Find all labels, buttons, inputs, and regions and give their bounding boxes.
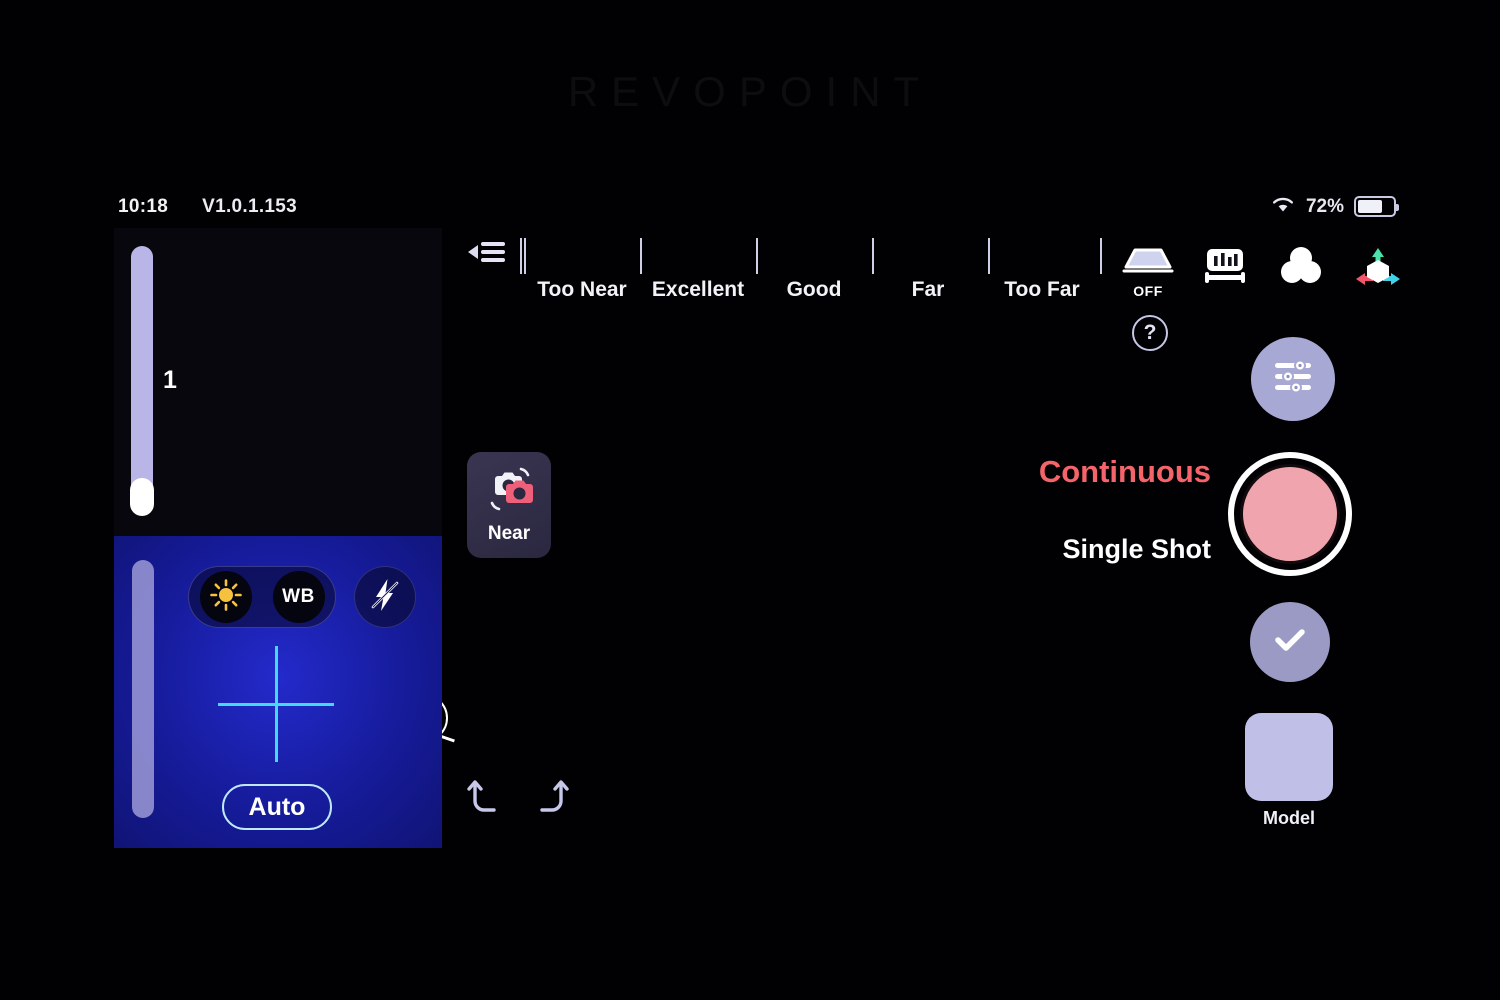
battery-percent-label: 72%: [1305, 195, 1344, 217]
scale-label-excellent: Excellent: [651, 278, 745, 301]
scale-tick: [524, 238, 526, 274]
history-controls: [462, 775, 582, 823]
model-thumbnail-label: Model: [1263, 808, 1315, 828]
sun-icon: [209, 578, 243, 617]
scan-settings-button[interactable]: [1251, 337, 1335, 421]
depth-exposure-slider[interactable]: [130, 246, 154, 516]
scale-tick: [872, 238, 874, 274]
scale-tick: [756, 238, 758, 274]
shutter-inner: [1240, 464, 1340, 564]
flash-off-button[interactable]: [354, 566, 416, 628]
rgb-preview-panel: WB Auto: [114, 536, 442, 848]
battery-icon: [1354, 196, 1399, 217]
scale-label-far: Far: [911, 278, 945, 301]
rgb-toggle-group: WB: [188, 566, 336, 628]
capture-mode-continuous[interactable]: Continuous: [1039, 454, 1211, 490]
crosshair-icon: [218, 646, 334, 762]
clock-label: 10:18: [118, 196, 169, 217]
model-thumbnail[interactable]: [1245, 713, 1333, 801]
axis-gizmo-icon: [1353, 246, 1403, 295]
camera-swap-icon: [481, 466, 537, 517]
status-bar: 10:18 V1.0.1.153 72%: [118, 194, 1399, 224]
depth-histogram-icon: [1201, 246, 1249, 291]
status-bar-right: 72%: [1270, 194, 1399, 219]
help-button[interactable]: ?: [1132, 315, 1168, 351]
flash-off-icon: [366, 576, 404, 619]
status-bar-left: 10:18 V1.0.1.153: [118, 196, 297, 218]
confirm-button[interactable]: [1250, 602, 1330, 682]
device-brand-logo: REVOPOINT: [567, 68, 933, 115]
scale-tick: [1100, 238, 1102, 274]
distance-scale: Too Near Excellent Good Far Too Far: [520, 238, 1110, 308]
white-balance-label: WB: [282, 586, 315, 607]
firmware-version-label: V1.0.1.153: [202, 196, 298, 217]
redo-icon[interactable]: [528, 775, 574, 823]
brightness-button[interactable]: [199, 571, 252, 623]
rgb-circles-icon: [1277, 246, 1325, 291]
depth-slider-knob[interactable]: [130, 478, 154, 516]
turntable-icon: [1122, 246, 1174, 281]
scale-tick: [988, 238, 990, 274]
rgb-auto-label: Auto: [248, 792, 306, 821]
turntable-state-label: OFF: [1133, 283, 1163, 299]
scanner-app-screen: REVOPOINT 10:18 V1.0.1.153 72% 1 WB Auto…: [0, 0, 1500, 1000]
scale-label-too-near: Too Near: [537, 278, 627, 301]
wifi-icon: [1270, 194, 1296, 219]
depth-slider-value: 1: [163, 366, 177, 394]
rgb-circles-button[interactable]: [1271, 246, 1331, 293]
scan-mode-near-button[interactable]: Near: [467, 452, 551, 558]
scan-mode-near-label: Near: [487, 522, 531, 544]
turntable-button[interactable]: OFF: [1118, 246, 1178, 299]
axis-gizmo-button[interactable]: [1348, 246, 1408, 297]
question-mark-icon: ?: [1143, 321, 1157, 344]
depth-preview-panel: 1 Auto: [114, 228, 455, 743]
shutter-button[interactable]: [1228, 452, 1352, 576]
depth-histogram-button[interactable]: [1195, 246, 1255, 293]
scale-tick: [520, 238, 522, 274]
check-icon: [1267, 617, 1313, 668]
rgb-auto-button[interactable]: Auto: [222, 784, 332, 830]
capture-mode-single-shot[interactable]: Single Shot: [1063, 534, 1212, 565]
scale-label-good: Good: [786, 278, 842, 301]
scale-tick: [640, 238, 642, 274]
sliders-icon: [1269, 355, 1317, 404]
undo-icon[interactable]: [462, 775, 508, 823]
white-balance-button[interactable]: WB: [272, 571, 325, 623]
top-right-toolbar: OFF: [1118, 246, 1408, 306]
scale-label-too-far: Too Far: [1004, 278, 1080, 301]
collapse-menu-icon[interactable]: [466, 236, 508, 268]
rgb-exposure-slider[interactable]: [132, 560, 154, 818]
